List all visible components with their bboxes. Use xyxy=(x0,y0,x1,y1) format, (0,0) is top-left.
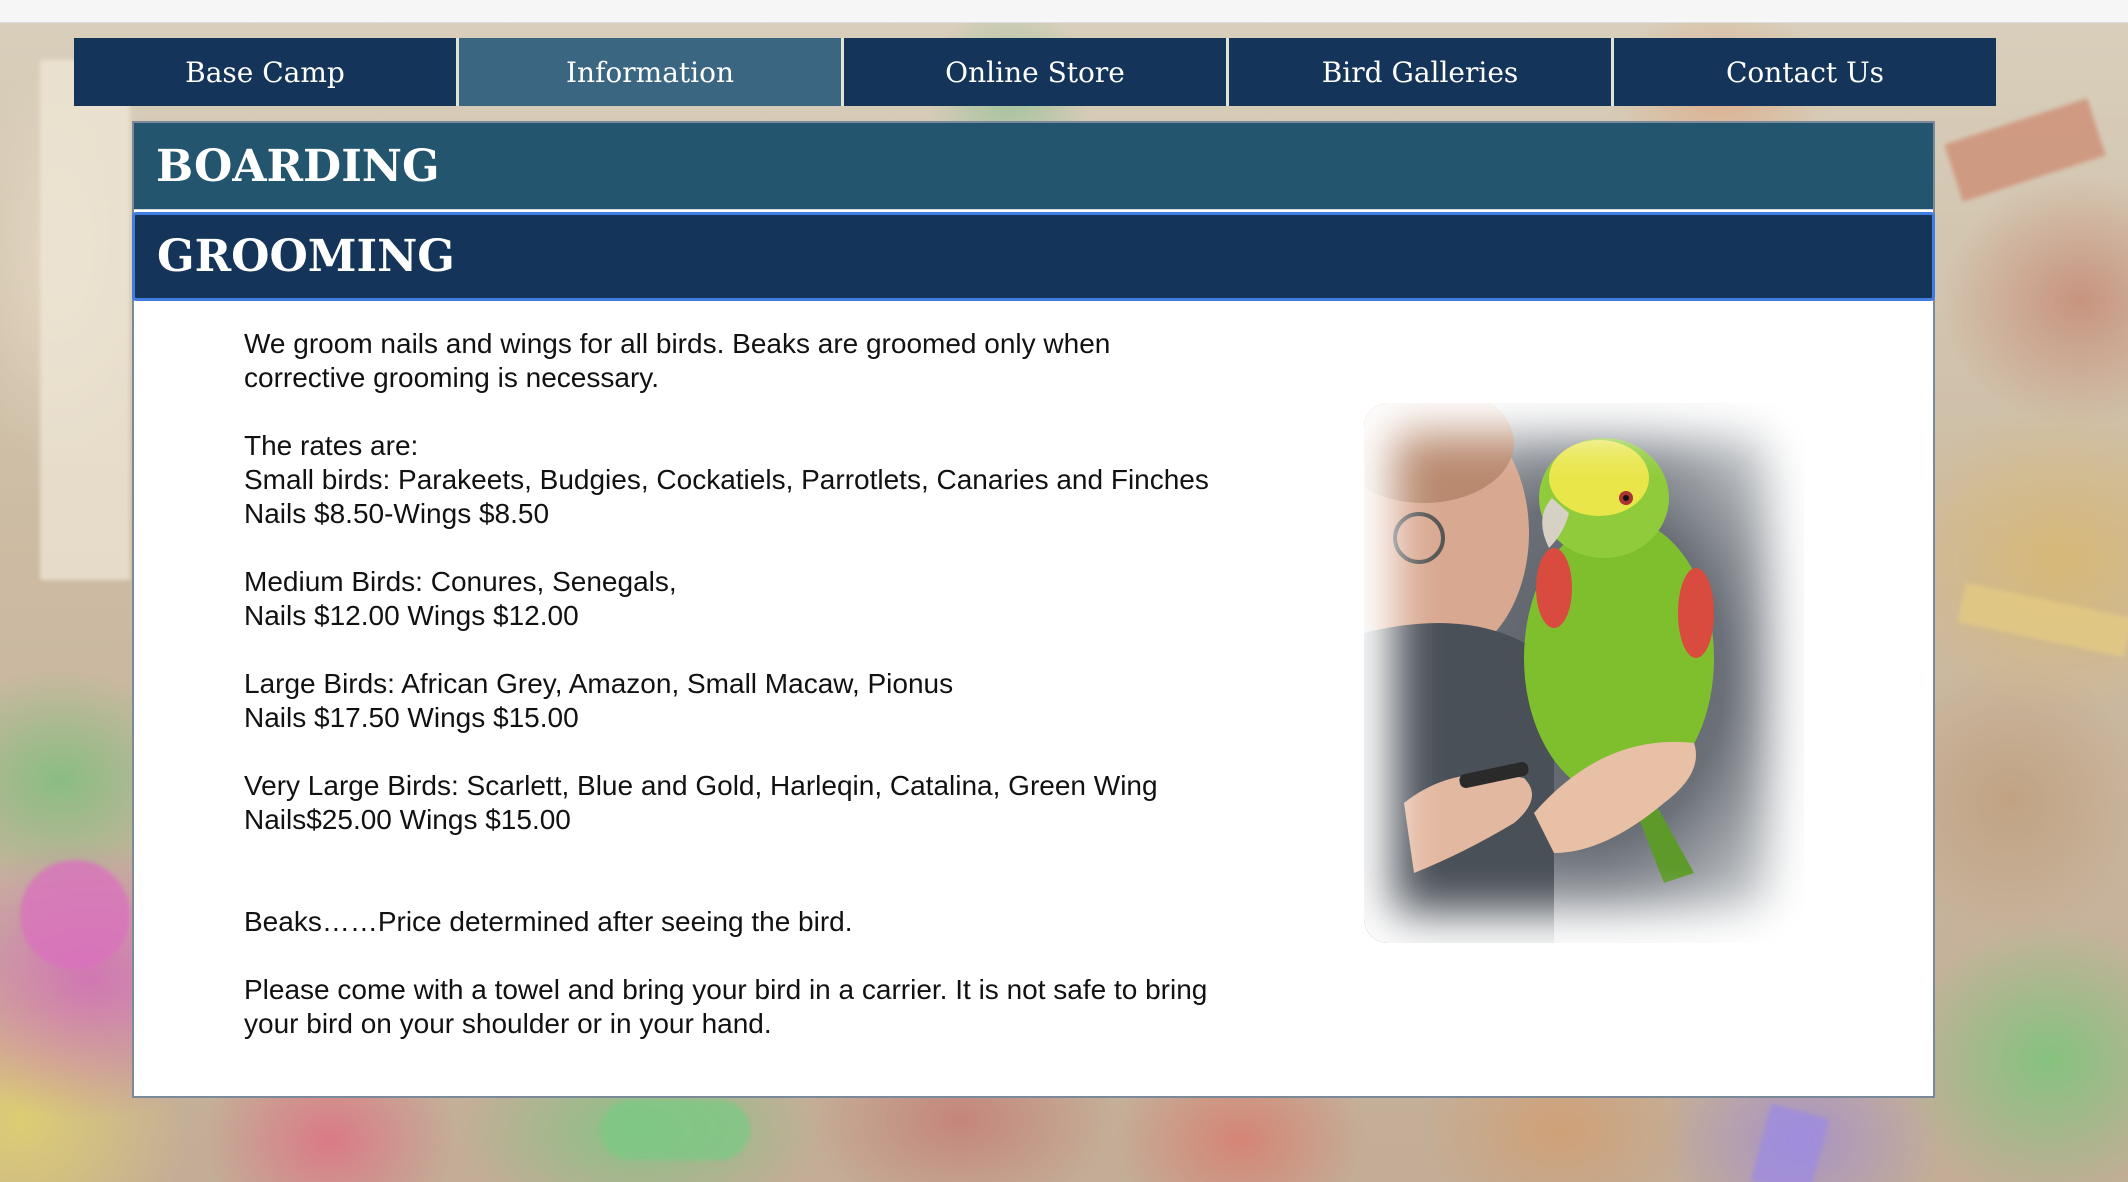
nav-base-camp[interactable]: Base Camp xyxy=(74,38,459,106)
grooming-intro-text: We groom nails and wings for all birds. … xyxy=(244,328,1111,393)
block-toy-decoration xyxy=(1750,1103,1830,1182)
cage-bars-decoration xyxy=(40,60,130,580)
carrier-note-text: Please come with a towel and bring your … xyxy=(244,974,1208,1039)
wood-toy-decoration xyxy=(1944,98,2106,202)
parrot-illustration xyxy=(1364,403,1714,943)
ball-toy-decoration xyxy=(20,860,130,970)
very-large-birds-text: Very Large Birds: Scarlett, Blue and Gol… xyxy=(244,770,1158,801)
large-birds-prices: Nails $17.50 Wings $15.00 xyxy=(244,702,579,733)
nav-contact-us[interactable]: Contact Us xyxy=(1614,38,1996,106)
parrot-grooming-photo xyxy=(1364,403,1804,943)
nav-bird-galleries[interactable]: Bird Galleries xyxy=(1229,38,1614,106)
ring-toy-decoration xyxy=(600,1100,750,1160)
rates-heading: The rates are: xyxy=(244,430,419,461)
browser-top-strip xyxy=(0,0,2128,23)
very-large-birds-prices: Nails$25.00 Wings $15.00 xyxy=(244,804,571,835)
small-birds-text: Small birds: Parakeets, Budgies, Cockati… xyxy=(244,464,1209,495)
parrot-yellow-crown-shape xyxy=(1549,440,1649,516)
wood-toy-decoration xyxy=(1957,582,2128,658)
medium-birds-text: Medium Birds: Conures, Senegals, xyxy=(244,566,677,597)
beaks-pricing-text: Beaks……Price determined after seeing the… xyxy=(244,906,853,937)
boarding-accordion-header[interactable]: BOARDING xyxy=(134,123,1933,210)
small-birds-prices: Nails $8.50-Wings $8.50 xyxy=(244,498,550,529)
grooming-accordion-header[interactable]: GROOMING xyxy=(132,212,1935,301)
main-navigation: Base Camp Information Online Store Bird … xyxy=(74,38,1996,106)
nav-information[interactable]: Information xyxy=(459,38,844,106)
parrot-left-wing-patch xyxy=(1536,548,1572,628)
medium-birds-prices: Nails $12.00 Wings $12.00 xyxy=(244,600,579,631)
services-accordion-panel: BOARDING GROOMING We groom nails and win… xyxy=(132,121,1935,1098)
large-birds-text: Large Birds: African Grey, Amazon, Small… xyxy=(244,668,954,699)
parrot-right-wing-patch xyxy=(1678,568,1714,658)
grooming-content: We groom nails and wings for all birds. … xyxy=(244,327,1394,1041)
nav-online-store[interactable]: Online Store xyxy=(844,38,1229,106)
